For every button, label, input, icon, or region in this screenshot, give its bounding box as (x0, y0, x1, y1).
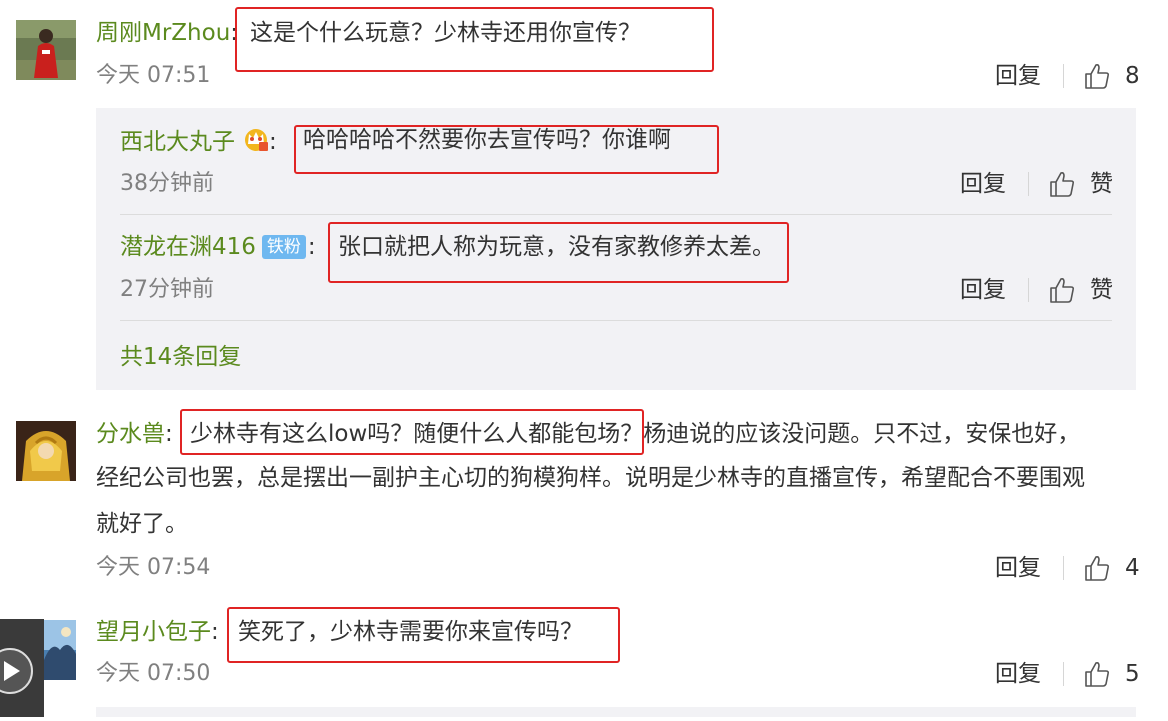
divider (1063, 556, 1064, 580)
like-label: 赞 (1090, 171, 1113, 197)
reply-panel (96, 707, 1136, 717)
play-icon (0, 648, 33, 694)
like-button[interactable]: 8 (1083, 62, 1140, 90)
avatar-image (16, 20, 76, 80)
avatar[interactable] (16, 20, 76, 80)
reply-text: 哈哈哈哈不然要你去宣传吗？你谁啊 (303, 127, 671, 153)
like-button[interactable]: 赞 (1048, 170, 1113, 198)
fan-badge: 铁粉 (261, 235, 306, 259)
reply-button[interactable]: 回复 (995, 554, 1041, 582)
thumbs-up-icon (1085, 64, 1110, 89)
video-play-overlay[interactable] (0, 619, 44, 717)
username[interactable]: 望月小包子 (96, 619, 211, 645)
comment-time: 今天 07:51 (96, 63, 211, 88)
divider (120, 214, 1112, 215)
divider (120, 320, 1112, 321)
comment-text-rest: ？杨迪说的应该没问题。只不过，安保也好， (620, 421, 1081, 447)
avatar-image (44, 620, 76, 680)
comment-text-line: 就好了。 (96, 511, 188, 537)
thumbs-up-icon (1050, 172, 1075, 197)
reply-button[interactable]: 回复 (960, 170, 1006, 198)
avatar[interactable] (44, 620, 76, 680)
thumbs-up-icon (1085, 556, 1110, 581)
like-count: 5 (1125, 661, 1140, 687)
reply-text: 张口就把人称为玩意，没有家教修养太差。 (338, 234, 775, 260)
colon: : (211, 619, 219, 645)
divider (1028, 172, 1029, 196)
like-label: 赞 (1090, 277, 1113, 303)
username[interactable]: 分水兽 (96, 421, 165, 447)
username[interactable]: 西北大丸子 (120, 129, 235, 155)
username[interactable]: 潜龙在渊416 (120, 234, 256, 260)
thumbs-up-icon (1050, 278, 1075, 303)
reply-time: 38分钟前 (120, 171, 214, 196)
more-replies-link[interactable]: 共14条回复 (120, 343, 241, 371)
username[interactable]: 周刚MrZhou (96, 20, 230, 46)
reply-time: 27分钟前 (120, 277, 214, 302)
thumbs-up-icon (1085, 662, 1110, 687)
divider (1063, 64, 1064, 88)
colon: : (307, 234, 316, 260)
like-count: 4 (1125, 555, 1140, 581)
reply-button[interactable]: 回复 (995, 62, 1041, 90)
like-button[interactable]: 5 (1083, 660, 1140, 688)
like-count: 8 (1125, 63, 1140, 89)
divider (1028, 278, 1029, 302)
highlighted-text: 少林寺有这么low吗？随便什么人都能包场 (190, 421, 621, 447)
comment-text: 笑死了，少林寺需要你来宣传吗？ (238, 619, 583, 645)
avatar-image (16, 421, 76, 481)
reply-button[interactable]: 回复 (995, 660, 1041, 688)
colon: : (269, 129, 277, 155)
like-button[interactable]: 赞 (1048, 276, 1113, 304)
divider (1063, 662, 1064, 686)
reply-button[interactable]: 回复 (960, 276, 1006, 304)
comment-time: 今天 07:54 (96, 555, 211, 580)
comment-text: 这是个什么玩意？少林寺还用你宣传？ (250, 20, 641, 46)
avatar[interactable] (16, 421, 76, 481)
comment-text: 少林寺有这么low吗？随便什么人都能包场？杨迪说的应该没问题。只不过，安保也好， (190, 420, 1080, 448)
colon: : (230, 20, 239, 46)
comment-time: 今天 07:50 (96, 661, 211, 686)
comment-text-line: 经纪公司也罢，总是摆出一副护主心切的狗模狗样。说明是少林寺的直播宣传，希望配合不… (96, 465, 1085, 491)
colon: : (165, 421, 173, 447)
like-button[interactable]: 4 (1083, 554, 1140, 582)
crown-icon (243, 126, 269, 159)
